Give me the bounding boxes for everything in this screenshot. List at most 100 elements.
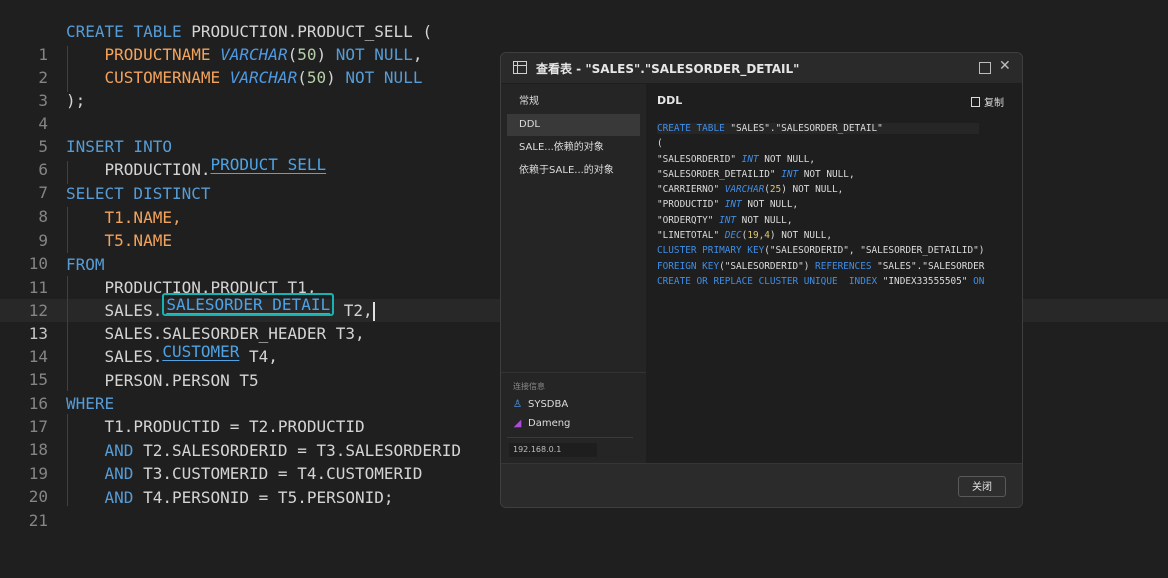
dialog-title: 查看表 - "SALES"."SALESORDER_DETAIL" (536, 62, 800, 76)
ddl-text: "LINETOTAL" (657, 230, 725, 242)
number: 50 (306, 68, 327, 87)
dialog-footer: 关闭 (501, 463, 1022, 507)
copy-button[interactable]: 复制 (971, 94, 1004, 109)
ddl-text: , (848, 168, 855, 180)
ddl-text: NOT NULL (775, 230, 827, 242)
ddl-keyword: ON (973, 275, 985, 287)
table-link[interactable]: CUSTOMER (162, 342, 239, 361)
ddl-text: , (786, 214, 793, 226)
ddl-text: ( (657, 138, 663, 150)
identifier: T2.SALESORDERID = T3.SALESORDERID (133, 441, 461, 460)
identifier: PERSON.PERSON T5 (104, 371, 259, 390)
user-icon: ♙ (513, 399, 522, 410)
ddl-keyword: CLUSTER PRIMARY KEY (657, 245, 765, 257)
dialog-sidebar: 常规 DDL SALE...依赖的对象 依赖于SALE...的对象 连接信息 ♙… (501, 84, 646, 463)
column-name: CUSTOMERNAME (104, 68, 221, 87)
identifier: T2, (334, 301, 373, 320)
column-name: PRODUCTNAME (104, 45, 211, 64)
table-link-focused[interactable]: SALESORDER_DETAIL (162, 293, 335, 316)
keyword: AND (104, 488, 134, 507)
maximize-icon[interactable] (979, 62, 991, 74)
ddl-text: "SALESORDERID" (657, 153, 742, 165)
ddl-keyword: REFERENCES (815, 260, 872, 272)
ddl-type: INT (781, 168, 799, 180)
ddl-text: "ORDERQTY" (657, 214, 720, 226)
identifier: T4, (239, 347, 278, 366)
sidebar-item-dependencies[interactable]: SALE...依赖的对象 (507, 137, 640, 159)
identifier: T4.PERSONID = T5.PERSONID; (133, 488, 394, 507)
ddl-text: , (809, 153, 816, 165)
paren: ) (316, 45, 327, 64)
ddl-text: NOT NULL (758, 153, 810, 165)
sidebar-item-dependents[interactable]: 依赖于SALE...的对象 (507, 160, 640, 182)
ddl-type: INT (719, 214, 737, 226)
keyword: SELECT DISTINCT (66, 184, 211, 203)
keyword: CREATE (66, 22, 124, 41)
data-type: VARCHAR (229, 68, 298, 87)
ddl-header: DDL 复制 (646, 84, 1022, 116)
keyword: INSERT INTO (66, 137, 172, 156)
ddl-text: NOT NULL (741, 199, 793, 211)
ip-address: 192.168.0.1 (509, 443, 597, 457)
copy-label: 复制 (984, 98, 1004, 109)
copy-icon (971, 97, 980, 107)
identifier: T3.CUSTOMERID = T4.CUSTOMERID (133, 464, 423, 483)
ddl-text: "SALES"."SALESORDER_DETAIL" (724, 123, 883, 134)
connection-user-label: SYSDBA (528, 399, 569, 410)
ddl-text: , (837, 184, 844, 196)
ddl-number: 25 (769, 184, 782, 196)
table-icon (513, 61, 527, 74)
ddl-keyword: CREATE TABLE (657, 123, 725, 134)
ddl-text: , (826, 230, 833, 242)
keyword: NOT NULL (345, 68, 423, 87)
ddl-text: "PRODUCTID" (657, 199, 725, 211)
ddl-text: NOT NULL (798, 168, 849, 180)
database-icon: ◢ (513, 418, 522, 429)
connection-user: ♙ SYSDBA (513, 399, 568, 410)
column-ref: T1.NAME, (104, 208, 182, 227)
dialog-titlebar[interactable]: 查看表 - "SALES"."SALESORDER_DETAIL" ✕ (501, 53, 1022, 84)
identifier: SALES. (104, 301, 163, 320)
ddl-keyword: CREATE OR REPLACE CLUSTER UNIQUE INDEX (657, 275, 878, 287)
close-icon[interactable]: ✕ (999, 58, 1011, 74)
identifier: SALES.SALESORDER_HEADER T3, (104, 324, 365, 343)
ddl-text: NOT NULL (786, 184, 838, 196)
close-button[interactable]: 关闭 (958, 476, 1006, 497)
ddl-code[interactable]: CREATE TABLE "SALES"."SALESORDER_DETAIL"… (657, 121, 1022, 451)
ddl-type: INT (724, 199, 742, 211)
identifier: SALES. (104, 347, 163, 366)
keyword: TABLE (133, 22, 182, 41)
ddl-panel: DDL 复制 CREATE TABLE "SALES"."SALESORDER_… (646, 84, 1022, 463)
number: 50 (297, 45, 317, 64)
code-text: ); (66, 91, 86, 110)
code-line: 1 CREATE TABLE PRODUCTION.PRODUCT_SELL ( (0, 20, 1168, 64)
ddl-text: "SALESORDER_DETAILID" (657, 168, 782, 180)
comma: , (412, 45, 423, 64)
keyword: AND (104, 464, 134, 483)
ddl-number: 19,4 (747, 230, 770, 242)
sidebar-item-ddl[interactable]: DDL (507, 114, 640, 136)
ddl-text: , (792, 199, 799, 211)
keyword: AND (104, 441, 134, 460)
ddl-type: VARCHAR (724, 184, 765, 196)
ddl-type: INT (741, 153, 759, 165)
connection-info-label: 连接信息 (513, 382, 545, 391)
ddl-text: "CARRIERNO" (657, 184, 725, 196)
table-link[interactable]: PRODUCT_SELL (211, 155, 327, 174)
sidebar-item-general[interactable]: 常规 (507, 91, 640, 113)
view-table-dialog: 查看表 - "SALES"."SALESORDER_DETAIL" ✕ 常规 D… (500, 52, 1023, 508)
keyword: NOT NULL (335, 45, 413, 64)
divider (507, 437, 633, 438)
ddl-text: ("SALESORDERID", "SALESORDER_DETAILID") (764, 245, 985, 257)
connection-db: ◢ Dameng (513, 418, 571, 429)
paren: ( (297, 68, 307, 87)
ddl-text: "INDEX33555505" (877, 275, 974, 287)
keyword: WHERE (66, 394, 115, 413)
connection-db-label: Dameng (528, 418, 571, 429)
column-ref: T5.NAME (104, 231, 172, 250)
ddl-keyword: FOREIGN KEY (657, 260, 720, 272)
ddl-text: NOT NULL (736, 214, 787, 226)
ddl-text: ("SALESORDERID") (719, 260, 816, 272)
divider (501, 372, 646, 373)
data-type: VARCHAR (220, 45, 288, 64)
